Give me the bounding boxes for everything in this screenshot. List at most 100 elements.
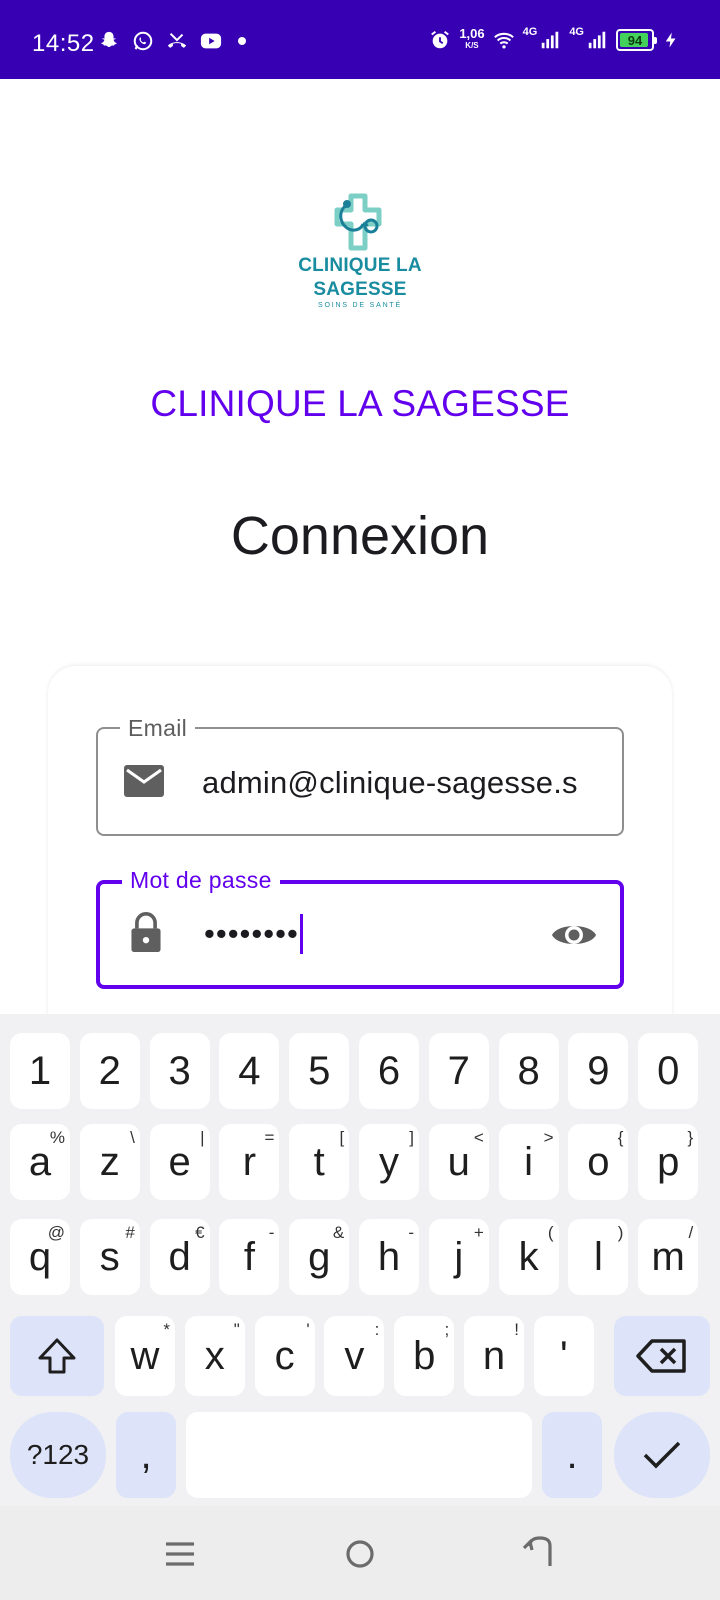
wifi-icon — [493, 32, 514, 49]
key-s[interactable]: s # — [79, 1219, 140, 1295]
enter-key[interactable] — [614, 1412, 710, 1498]
space-key[interactable] — [186, 1412, 532, 1498]
key-apostrophe[interactable]: ' — [533, 1316, 594, 1396]
key-hint: < — [473, 1128, 484, 1147]
key-label: 0 — [657, 1048, 680, 1093]
key-p[interactable]: p} — [638, 1124, 699, 1200]
key-d[interactable]: d € — [149, 1219, 210, 1295]
speed-unit: K/S — [465, 41, 479, 50]
logo-text-line1: CLINIQUE LA — [298, 255, 422, 276]
password-label: Mot de passe — [122, 867, 280, 894]
key-hint: ) — [617, 1223, 624, 1242]
page-title: Connexion — [230, 506, 490, 566]
key-hint: > — [543, 1128, 554, 1147]
whatsapp-icon — [133, 31, 153, 51]
key-z[interactable]: z \ — [79, 1124, 140, 1200]
key-e[interactable]: e | — [149, 1124, 210, 1200]
key-i[interactable]: i > — [498, 1124, 559, 1200]
key-hint: % — [49, 1128, 65, 1147]
password-value[interactable]: •••••••• — [204, 914, 604, 954]
key-label: z — [99, 1139, 120, 1184]
key-label: e — [168, 1139, 191, 1184]
key-8[interactable]: 8 — [498, 1033, 559, 1109]
key-hint: # — [125, 1223, 135, 1242]
key-hint: ! — [514, 1320, 519, 1339]
key-g[interactable]: g & — [289, 1219, 350, 1295]
key-u[interactable]: u < — [428, 1124, 489, 1200]
checkmark-icon — [643, 1441, 681, 1469]
back-icon[interactable] — [520, 1534, 560, 1574]
missed-call-icon — [167, 32, 187, 48]
key-y[interactable]: y] — [359, 1124, 419, 1200]
key-label: l — [593, 1234, 603, 1279]
home-icon[interactable] — [340, 1534, 380, 1574]
key-hint: - — [268, 1223, 275, 1242]
key-3[interactable]: 3 — [149, 1033, 210, 1109]
key-0[interactable]: 0 — [638, 1033, 699, 1109]
notification-icons — [98, 30, 246, 52]
email-value[interactable]: admin@clinique-sagesse.s — [202, 765, 602, 801]
key-hint: * — [163, 1320, 170, 1339]
key-5[interactable]: 5 — [289, 1033, 350, 1109]
key-t[interactable]: t[ — [289, 1124, 350, 1200]
key-label: i — [524, 1139, 534, 1184]
key-hint: € — [195, 1223, 205, 1242]
key-f[interactable]: f- — [219, 1219, 280, 1295]
key-o[interactable]: o{ — [568, 1124, 629, 1200]
menu-icon[interactable] — [160, 1534, 200, 1574]
key-a[interactable]: a% — [10, 1124, 70, 1200]
key-7[interactable]: 7 — [428, 1033, 489, 1109]
key-label: t — [313, 1139, 325, 1184]
lock-icon — [131, 912, 161, 952]
email-field[interactable]: Email admin@clinique-sagesse.s — [96, 715, 624, 836]
battery-level: 94 — [627, 32, 643, 48]
key-hint: - — [408, 1223, 414, 1242]
key-label: 1 — [28, 1048, 52, 1093]
logo-text-line2: SAGESSE — [313, 279, 407, 300]
key-n[interactable]: n! — [464, 1316, 524, 1396]
email-label: Email — [120, 715, 196, 742]
network-speed: 1,06 K/S — [459, 27, 484, 52]
key-hint: ; — [444, 1320, 450, 1339]
charging-icon — [665, 32, 676, 48]
key-c[interactable]: c ' — [254, 1316, 315, 1396]
shift-key[interactable] — [10, 1316, 104, 1396]
period-key[interactable]: . — [542, 1412, 602, 1498]
system-icons: 1,06 K/S 4G 4G 94 — [429, 26, 680, 52]
password-masked-text: •••••••• — [204, 916, 299, 951]
key-hint: = — [264, 1128, 275, 1147]
text-cursor — [299, 914, 303, 954]
key-b[interactable]: b; — [394, 1316, 455, 1396]
key-6[interactable]: 6 — [359, 1033, 419, 1109]
key-9[interactable]: 9 — [568, 1033, 629, 1109]
key-h[interactable]: h- — [359, 1219, 419, 1295]
key-label: 2 — [98, 1048, 121, 1093]
key-w[interactable]: w * — [115, 1316, 175, 1396]
comma-key[interactable]: , — [116, 1412, 176, 1498]
key-label: u — [447, 1139, 470, 1184]
signal-icon — [542, 31, 559, 49]
key-hint: { — [617, 1128, 624, 1147]
key-q[interactable]: q @ — [10, 1219, 70, 1295]
symbols-key[interactable]: ?123 — [10, 1412, 106, 1498]
network-type-2: 4G — [569, 26, 584, 38]
password-field[interactable]: Mot de passe •••••••• — [96, 867, 624, 989]
key-1[interactable]: 1 — [10, 1033, 70, 1109]
key-4[interactable]: 4 — [219, 1033, 280, 1109]
key-2[interactable]: 2 — [79, 1033, 140, 1109]
key-v[interactable]: v: — [324, 1316, 385, 1396]
key-x[interactable]: x " — [184, 1316, 245, 1396]
key-l[interactable]: l) — [568, 1219, 629, 1295]
key-m[interactable]: m / — [638, 1219, 699, 1295]
backspace-key[interactable] — [614, 1316, 710, 1396]
key-label: a — [28, 1139, 52, 1184]
key-label: d — [168, 1234, 191, 1279]
key-label: n — [482, 1333, 506, 1378]
key-hint: \ — [130, 1128, 135, 1147]
eye-icon[interactable] — [550, 917, 598, 953]
key-r[interactable]: r = — [219, 1124, 280, 1200]
key-label: g — [308, 1234, 331, 1279]
key-k[interactable]: k( — [498, 1219, 559, 1295]
brand-title: CLINIQUE LA SAGESSE — [150, 383, 570, 424]
key-j[interactable]: j + — [428, 1219, 489, 1295]
